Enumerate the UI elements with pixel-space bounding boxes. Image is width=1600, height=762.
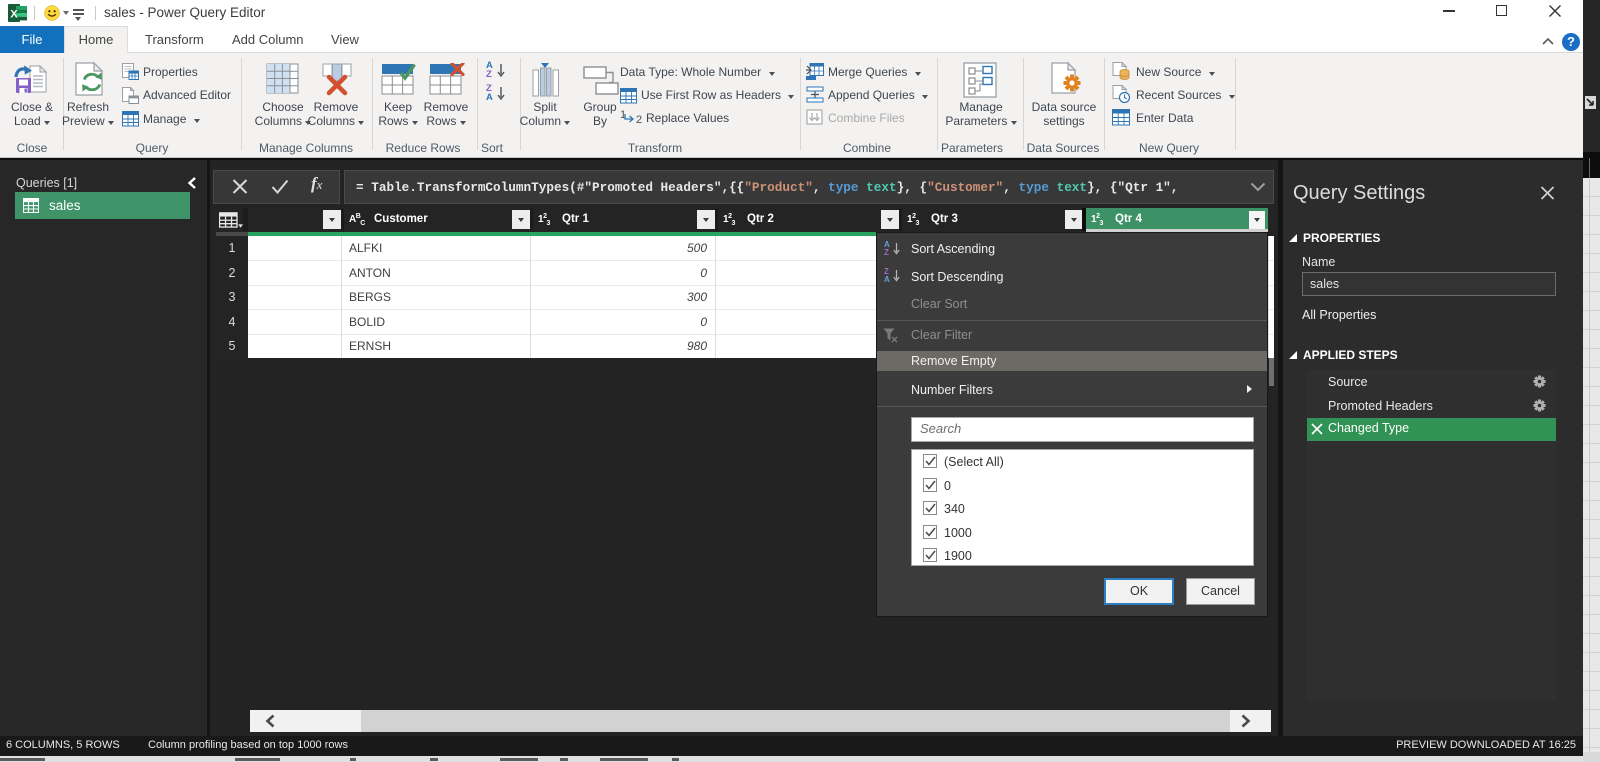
svg-text:X: X	[10, 9, 18, 21]
